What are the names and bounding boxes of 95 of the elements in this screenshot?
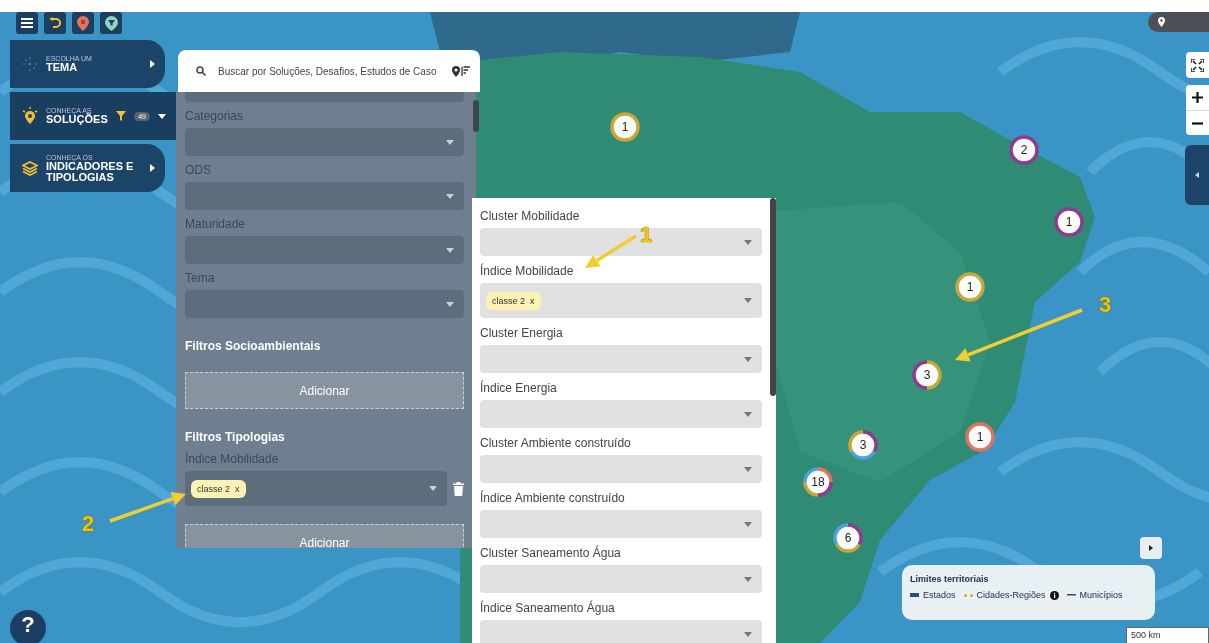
- field-label: Índice Mobilidade: [480, 262, 575, 280]
- caret-down-icon: [744, 239, 752, 245]
- select-field[interactable]: [480, 345, 762, 373]
- select-field[interactable]: [185, 236, 464, 264]
- info-icon[interactable]: [1049, 590, 1059, 600]
- minus-icon: [1192, 121, 1203, 125]
- undo-button[interactable]: [44, 12, 66, 34]
- field-label: Índice Mobilidade: [185, 450, 280, 468]
- cluster-marker[interactable]: 3: [848, 430, 878, 460]
- select-field[interactable]: [480, 400, 762, 428]
- filter-pin-icon: [104, 15, 118, 31]
- cluster-marker[interactable]: 2: [1009, 135, 1039, 165]
- select-field[interactable]: classe 2 x: [480, 283, 762, 318]
- caret-right-icon: [150, 60, 155, 68]
- select-field[interactable]: classe 2 x: [185, 471, 447, 506]
- sparkle-icon: [22, 56, 38, 72]
- select-field[interactable]: [480, 620, 762, 643]
- cluster-marker[interactable]: 1: [610, 112, 640, 142]
- caret-down-icon: [446, 301, 454, 307]
- caret-down-icon: [744, 631, 752, 637]
- menu-icon: [21, 18, 33, 28]
- caret-down-icon: [446, 139, 454, 145]
- layers-icon: [22, 160, 38, 176]
- field-label: Categorias: [185, 108, 245, 125]
- field-label: Índice Energia: [480, 379, 558, 397]
- cluster-marker[interactable]: 6: [833, 523, 863, 553]
- location-button[interactable]: [1148, 12, 1209, 32]
- caret-right-icon: [150, 164, 155, 172]
- select-field[interactable]: [480, 565, 762, 593]
- select-field[interactable]: [185, 128, 464, 156]
- select-field[interactable]: [185, 290, 464, 318]
- field-label: Índice Saneamento Água: [480, 599, 616, 617]
- field-label: Cluster Saneamento Água: [480, 544, 622, 562]
- caret-down-icon: [446, 247, 454, 253]
- menu-button[interactable]: [16, 12, 38, 34]
- caret-down-icon: [744, 521, 752, 527]
- search-icon: [196, 66, 206, 76]
- cluster-marker[interactable]: 1: [965, 422, 995, 452]
- plus-icon: [1192, 92, 1203, 103]
- caret-down-icon: [446, 193, 454, 199]
- select-field[interactable]: [480, 228, 762, 256]
- pin-icon: [1158, 17, 1165, 27]
- caret-left-icon: [1195, 172, 1199, 178]
- select-field[interactable]: [480, 455, 762, 483]
- field-label: Maturidade: [185, 216, 247, 233]
- tag-chip[interactable]: classe 2 x: [191, 479, 246, 498]
- field-label: Cluster Energia: [480, 325, 564, 342]
- field-label: Cluster Ambiente construído: [480, 435, 632, 452]
- pin-button[interactable]: [72, 12, 94, 34]
- section-heading: Filtros Tipologias: [185, 429, 286, 445]
- collapse-button[interactable]: [1185, 145, 1209, 205]
- lightbulb-icon: [22, 107, 38, 125]
- fullscreen-icon: [1191, 58, 1204, 72]
- trash-icon[interactable]: [453, 481, 464, 496]
- caret-right-icon: [1149, 545, 1153, 551]
- field-label: Cluster Mobilidade: [480, 208, 581, 225]
- pin-icon: [77, 15, 89, 31]
- fullscreen-button[interactable]: [1186, 52, 1209, 78]
- filter-icon: [116, 111, 127, 121]
- expand-button[interactable]: [1140, 537, 1162, 559]
- select-field[interactable]: [480, 510, 762, 538]
- caret-down-icon: [744, 576, 752, 582]
- legend-title: Limites territoriais: [910, 574, 990, 584]
- cluster-marker[interactable]: 3: [912, 360, 942, 390]
- undo-icon: [49, 17, 61, 29]
- select-field[interactable]: [185, 182, 464, 210]
- legend-label: Municípios: [1079, 590, 1123, 600]
- legend-label: Cidades-Regiões: [976, 590, 1046, 600]
- annotation-arrow: [585, 234, 637, 268]
- cluster-marker[interactable]: 18: [803, 467, 833, 497]
- caret-down-icon: [744, 411, 752, 417]
- caret-down-icon: [158, 113, 166, 119]
- annotation-number: 1: [640, 222, 653, 248]
- field-label: Índice Ambiente construído: [480, 489, 626, 507]
- tag-chip[interactable]: classe 2 x: [486, 291, 541, 310]
- scrollbar[interactable]: [473, 100, 479, 132]
- annotation-number: 2: [82, 511, 95, 537]
- select-field[interactable]: [185, 92, 464, 102]
- caret-down-icon: [744, 466, 752, 472]
- cluster-marker[interactable]: 1: [1054, 207, 1084, 237]
- section-heading: Filtros Socioambientais: [185, 338, 322, 354]
- caret-down-icon: [744, 298, 752, 303]
- zoom-out-button[interactable]: [1186, 110, 1209, 135]
- annotation-number: 3: [1099, 292, 1112, 318]
- field-label: ODS: [185, 162, 212, 179]
- legend-label: Estados: [923, 590, 956, 600]
- pin-sort-icon[interactable]: [452, 65, 470, 77]
- field-label: Tema: [185, 270, 216, 287]
- caret-down-icon: [429, 486, 437, 491]
- scrollbar[interactable]: [770, 198, 776, 396]
- zoom-in-button[interactable]: [1186, 85, 1209, 110]
- scale-bar: 500 km: [1126, 627, 1209, 643]
- filter-pin-button[interactable]: [100, 12, 122, 34]
- cluster-marker[interactable]: 1: [955, 272, 985, 302]
- caret-down-icon: [744, 356, 752, 362]
